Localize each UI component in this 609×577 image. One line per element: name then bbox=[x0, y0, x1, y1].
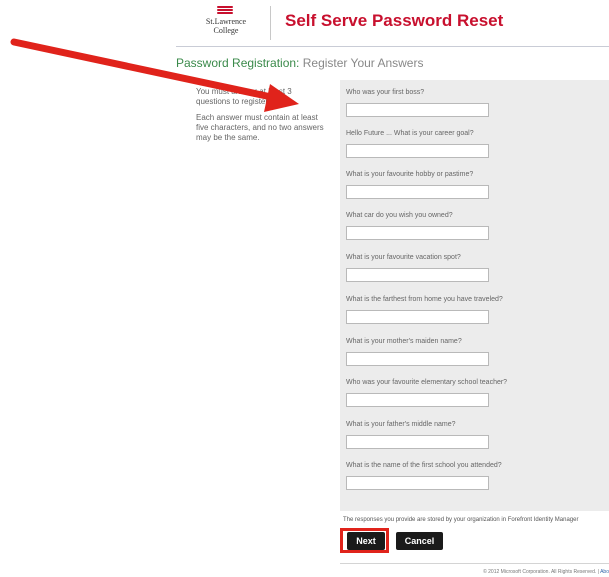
question-label: What car do you wish you owned? bbox=[346, 212, 453, 219]
question-item: Who was your first boss? bbox=[346, 88, 606, 117]
question-label: What is your father's middle name? bbox=[346, 421, 456, 428]
about-link[interactable]: Abo bbox=[600, 569, 609, 575]
answer-input-5[interactable] bbox=[346, 268, 489, 282]
page-title: Password Registration: Register Your Ans… bbox=[176, 56, 423, 70]
question-label: Hello Future ... What is your career goa… bbox=[346, 130, 474, 137]
college-logo-text: St.Lawrence College bbox=[197, 17, 255, 35]
question-label: What is your favourite hobby or pastime? bbox=[346, 171, 474, 178]
footer: © 2012 Microsoft Corporation. All Rights… bbox=[483, 569, 609, 575]
cancel-button[interactable]: Cancel bbox=[396, 532, 443, 550]
answer-input-2[interactable] bbox=[346, 144, 489, 158]
logo-line2: College bbox=[213, 26, 239, 35]
question-item: What is the farthest from home you have … bbox=[346, 295, 606, 324]
questions-panel: Who was your first boss? Hello Future ..… bbox=[340, 80, 609, 511]
question-label: Who was your favourite elementary school… bbox=[346, 379, 508, 386]
question-label: What is your favourite vacation spot? bbox=[346, 254, 461, 261]
header-divider bbox=[270, 6, 271, 40]
college-logo: St.Lawrence College bbox=[197, 6, 255, 40]
question-label: What is your mother's maiden name? bbox=[346, 338, 462, 345]
page-title-key: Password Registration: bbox=[176, 56, 300, 70]
question-item: What is your father's middle name? bbox=[346, 420, 606, 449]
storage-footnote: The responses you provide are stored by … bbox=[343, 517, 579, 523]
question-item: Who was your favourite elementary school… bbox=[346, 378, 606, 407]
header-rule bbox=[176, 46, 609, 47]
page-title-sub: Register Your Answers bbox=[302, 56, 424, 70]
annotation-highlight-box bbox=[340, 528, 389, 553]
footer-separator: | bbox=[597, 569, 599, 575]
copyright-text: © 2012 Microsoft Corporation. All Rights… bbox=[483, 569, 597, 575]
question-label: What is the name of the first school you… bbox=[346, 462, 502, 469]
question-item: What car do you wish you owned? bbox=[346, 211, 606, 240]
question-item: Hello Future ... What is your career goa… bbox=[346, 129, 606, 158]
answer-input-9[interactable] bbox=[346, 435, 489, 449]
answer-input-6[interactable] bbox=[346, 310, 489, 324]
answer-input-4[interactable] bbox=[346, 226, 489, 240]
question-item: What is your favourite vacation spot? bbox=[346, 253, 606, 282]
college-logo-icon bbox=[217, 6, 233, 14]
app-title: Self Serve Password Reset bbox=[285, 11, 504, 30]
question-label: What is the farthest from home you have … bbox=[346, 296, 503, 303]
answer-input-1[interactable] bbox=[346, 103, 489, 117]
question-item: What is the name of the first school you… bbox=[346, 461, 606, 490]
question-item: What is your favourite hobby or pastime? bbox=[346, 170, 606, 199]
answer-input-8[interactable] bbox=[346, 393, 489, 407]
logo-line1: St.Lawrence bbox=[205, 17, 247, 26]
question-label: Who was your first boss? bbox=[346, 89, 425, 96]
answer-input-7[interactable] bbox=[346, 352, 489, 366]
instruction-answer-rules: Each answer must contain at least five c… bbox=[196, 113, 324, 142]
instructions: You must answer at least 3 questions to … bbox=[196, 87, 328, 149]
instruction-min-questions: You must answer at least 3 questions to … bbox=[196, 87, 292, 106]
footer-rule bbox=[340, 563, 609, 564]
answer-input-3[interactable] bbox=[346, 185, 489, 199]
question-item: What is your mother's maiden name? bbox=[346, 337, 606, 366]
answer-input-10[interactable] bbox=[346, 476, 489, 490]
